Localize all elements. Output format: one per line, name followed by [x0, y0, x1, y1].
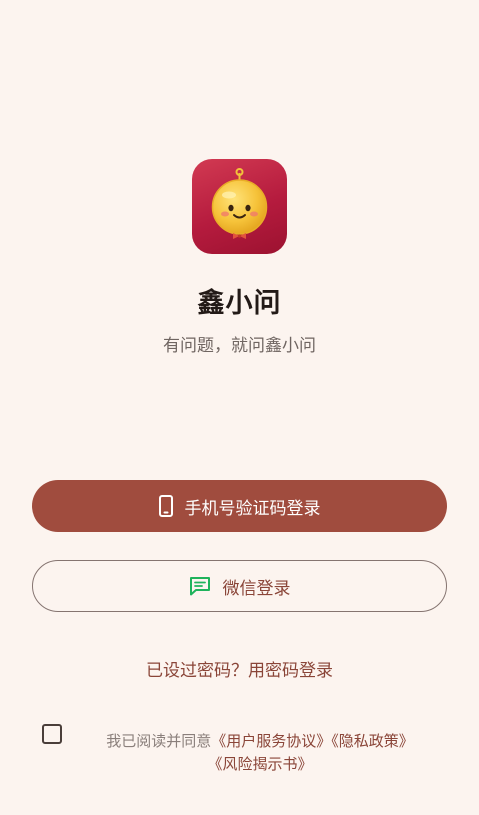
agreement-text: 我已阅读并同意《用户服务协议》《隐私政策》《风险揭示书》 — [80, 730, 440, 776]
phone-login-label: 手机号验证码登录 — [184, 498, 321, 519]
wechat-login-label: 微信登录 — [222, 578, 291, 599]
app-logo-icon — [192, 159, 287, 254]
agreement-prefix: 我已阅读并同意 — [106, 732, 212, 750]
agreement-checkbox[interactable] — [42, 724, 62, 744]
user-agreement-link[interactable]: 《用户服务协议》 — [211, 732, 331, 750]
smartphone-icon — [158, 495, 173, 517]
app-name: 鑫小问 — [197, 288, 282, 319]
phone-login-button[interactable]: 手机号验证码登录 — [32, 480, 447, 532]
app-slogan: 有问题，就问鑫小问 — [163, 336, 316, 356]
chat-bubble-icon — [189, 576, 211, 596]
password-login-link[interactable]: 已设过密码？用密码登录 — [0, 656, 479, 681]
wechat-login-button[interactable]: 微信登录 — [32, 560, 447, 612]
privacy-policy-link[interactable]: 《隐私政策》 — [331, 732, 414, 750]
risk-disclosure-link[interactable]: 《风险揭示书》 — [207, 755, 312, 773]
